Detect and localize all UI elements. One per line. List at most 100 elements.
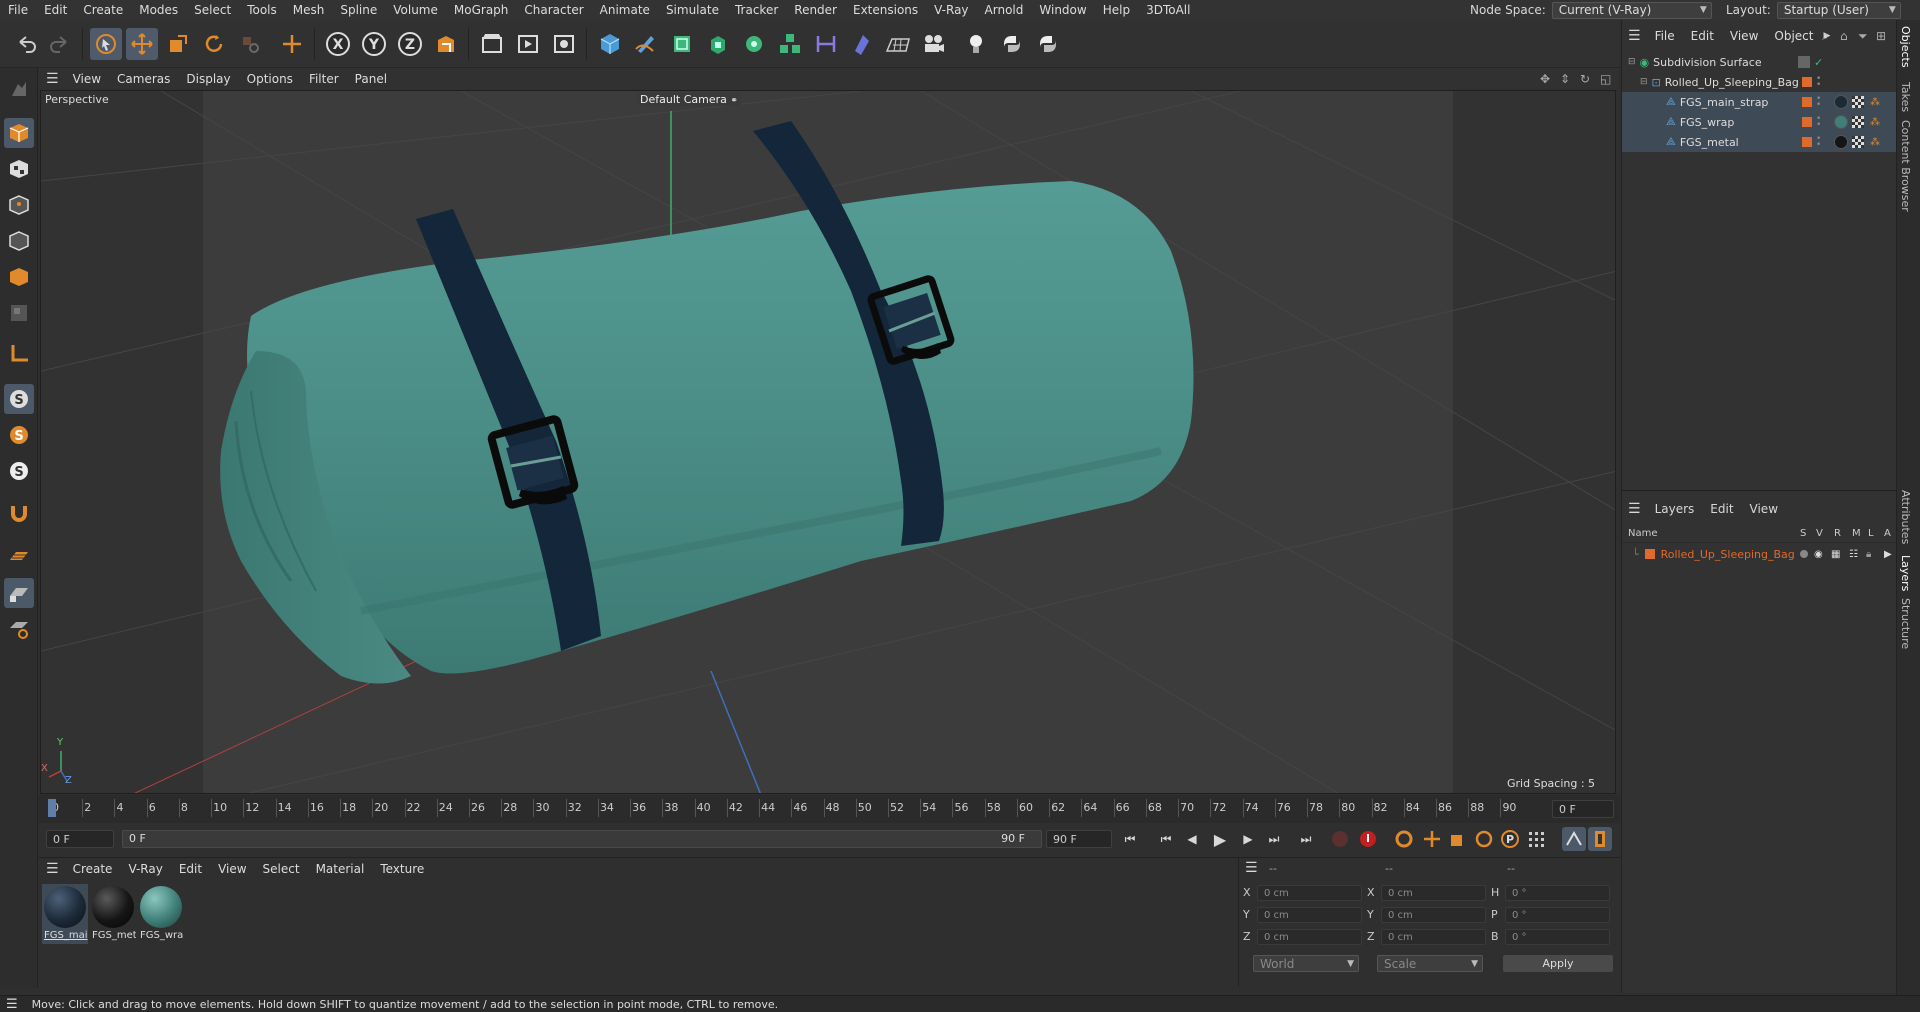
- rotate-tool-button[interactable]: [198, 28, 230, 60]
- layer-color-icon[interactable]: [1644, 549, 1655, 559]
- tab-structure[interactable]: Structure: [1899, 598, 1912, 649]
- go-to-end-button[interactable]: ⏭: [1294, 827, 1318, 851]
- cube-button[interactable]: [594, 28, 626, 60]
- current-frame-field[interactable]: 0 F: [1552, 800, 1614, 818]
- edit-check-icon[interactable]: [1798, 56, 1810, 68]
- uv-mode-button[interactable]: [4, 298, 34, 328]
- object-row-subdivision[interactable]: ⊟ ◉ Subdivision Surface ✓: [1622, 52, 1897, 72]
- layer-color-icon[interactable]: [1802, 97, 1812, 107]
- key-position-button[interactable]: [1420, 827, 1444, 851]
- material-tag-icon[interactable]: [1834, 135, 1848, 149]
- checker-tag-icon[interactable]: [1852, 116, 1864, 128]
- size-z-field[interactable]: 0 cm: [1381, 929, 1486, 945]
- size-x-field[interactable]: 0 cm: [1381, 885, 1486, 901]
- object-row-wrap[interactable]: ⟁ FGS_wrap • • ⁂: [1622, 112, 1897, 132]
- soft-selection-button[interactable]: S: [4, 420, 34, 450]
- axis-mode-button[interactable]: [4, 338, 34, 368]
- menu-window[interactable]: Window: [1031, 3, 1094, 17]
- menu-render[interactable]: Render: [786, 3, 845, 17]
- material-menu-select[interactable]: Select: [255, 862, 308, 876]
- material-tag-icon[interactable]: [1834, 115, 1848, 129]
- visibility-dots-icon[interactable]: • •: [1816, 75, 1821, 90]
- layout-dropdown[interactable]: Startup (User) ▼: [1776, 1, 1901, 19]
- viewport-menu-options[interactable]: Options: [239, 72, 301, 86]
- visibility-dots-icon[interactable]: • •: [1816, 135, 1821, 150]
- menu-mograph[interactable]: MoGraph: [446, 3, 517, 17]
- edges-mode-button[interactable]: [4, 226, 34, 256]
- move-tool-button[interactable]: [126, 28, 158, 60]
- viewport-3d[interactable]: Perspective Default Camera ⚭ Grid Spacin…: [40, 90, 1616, 794]
- axis-y-button[interactable]: Y: [358, 28, 390, 60]
- workplane-button[interactable]: [4, 542, 34, 572]
- rotation-h-field[interactable]: 0 °: [1505, 885, 1610, 901]
- checker-tag-icon[interactable]: [1852, 136, 1864, 148]
- viewport-dolly-icon[interactable]: ⇕: [1560, 72, 1570, 86]
- menu-mesh[interactable]: Mesh: [285, 3, 333, 17]
- checker-tag-icon[interactable]: [1852, 96, 1864, 108]
- viewport-menu-filter[interactable]: Filter: [301, 72, 347, 86]
- viewport-menu-view[interactable]: View: [65, 72, 109, 86]
- render-view-button[interactable]: [512, 28, 544, 60]
- object-menu-file[interactable]: File: [1647, 29, 1683, 43]
- floor-button[interactable]: [882, 28, 914, 60]
- viewport-maximize-icon[interactable]: ◱: [1600, 72, 1611, 86]
- select-tool-button[interactable]: [90, 28, 122, 60]
- symmetry-button[interactable]: S: [4, 456, 34, 486]
- menu-spline[interactable]: Spline: [332, 3, 385, 17]
- layer-menu-view[interactable]: View: [1742, 502, 1786, 516]
- viewport-move-icon[interactable]: ✥: [1540, 72, 1550, 86]
- menu-create[interactable]: Create: [75, 3, 131, 17]
- menu-animate[interactable]: Animate: [592, 3, 658, 17]
- cloner-cubes-button[interactable]: [774, 28, 806, 60]
- field-button[interactable]: [846, 28, 878, 60]
- key-rotation-button[interactable]: [1472, 827, 1496, 851]
- axis-x-button[interactable]: X: [322, 28, 354, 60]
- coord-system-dropdown[interactable]: World ▼: [1253, 955, 1359, 972]
- keyframe-selection-button[interactable]: [1392, 827, 1416, 851]
- viewport-rotate-icon[interactable]: ↻: [1580, 72, 1590, 86]
- menu-edit[interactable]: Edit: [36, 3, 75, 17]
- tree-toggle-icon[interactable]: ⊟: [1628, 57, 1636, 67]
- object-menu-view[interactable]: View: [1722, 29, 1766, 43]
- hamburger-icon[interactable]: ☰: [46, 71, 59, 87]
- visibility-dots-icon[interactable]: • •: [1816, 115, 1821, 130]
- material-swatch[interactable]: FGS_wra: [138, 884, 184, 944]
- menu-help[interactable]: Help: [1095, 3, 1138, 17]
- layer-color-icon[interactable]: [1802, 137, 1812, 147]
- position-x-field[interactable]: 0 cm: [1257, 885, 1362, 901]
- render-settings-button[interactable]: [548, 28, 580, 60]
- position-z-field[interactable]: 0 cm: [1257, 929, 1362, 945]
- start-frame-field[interactable]: 0 F: [46, 830, 114, 848]
- model-mode-button[interactable]: [4, 118, 34, 148]
- viewport-menu-cameras[interactable]: Cameras: [109, 72, 178, 86]
- home-icon[interactable]: ⌂: [1840, 29, 1848, 43]
- menu-arnold[interactable]: Arnold: [977, 3, 1032, 17]
- key-scale-button[interactable]: [1446, 827, 1470, 851]
- material-menu-view[interactable]: View: [210, 862, 254, 876]
- new-panel-icon[interactable]: ⊞: [1876, 29, 1886, 43]
- phong-tag-icon[interactable]: ⁂: [1870, 137, 1880, 148]
- previous-frame-button[interactable]: ◀: [1180, 827, 1204, 851]
- timeline-dopesheet-button[interactable]: [1588, 827, 1612, 851]
- mograph-cloner-button[interactable]: [738, 28, 770, 60]
- make-editable-button[interactable]: [4, 74, 34, 104]
- grid-lock-button[interactable]: [4, 578, 34, 608]
- node-space-dropdown[interactable]: Current (V-Ray) ▼: [1551, 1, 1712, 19]
- timeline-ruler[interactable]: 0246810121416182022242628303234363840424…: [38, 795, 1620, 823]
- rotation-b-field[interactable]: 0 °: [1505, 929, 1610, 945]
- next-frame-button[interactable]: ▶: [1236, 827, 1260, 851]
- menu-select[interactable]: Select: [186, 3, 239, 17]
- coordinate-system-button[interactable]: [430, 28, 462, 60]
- menu-modes[interactable]: Modes: [131, 3, 186, 17]
- tab-content-browser[interactable]: Content Browser: [1899, 120, 1912, 212]
- manager-icon[interactable]: ☷: [1849, 549, 1858, 560]
- menu-volume[interactable]: Volume: [385, 3, 446, 17]
- layer-row[interactable]: └ Rolled_Up_Sleeping_Bag ◉ ▦ ☷ 🔒︎ ▶: [1622, 545, 1897, 563]
- python-script-button[interactable]: [1032, 28, 1064, 60]
- undo-button[interactable]: [10, 28, 42, 60]
- previous-key-button[interactable]: ⏮: [1154, 827, 1178, 851]
- timeline-sound-button[interactable]: [1562, 827, 1586, 851]
- viewport-menu-panel[interactable]: Panel: [347, 72, 395, 86]
- viewport-menu-display[interactable]: Display: [178, 72, 238, 86]
- phong-tag-icon[interactable]: ⁂: [1870, 97, 1880, 108]
